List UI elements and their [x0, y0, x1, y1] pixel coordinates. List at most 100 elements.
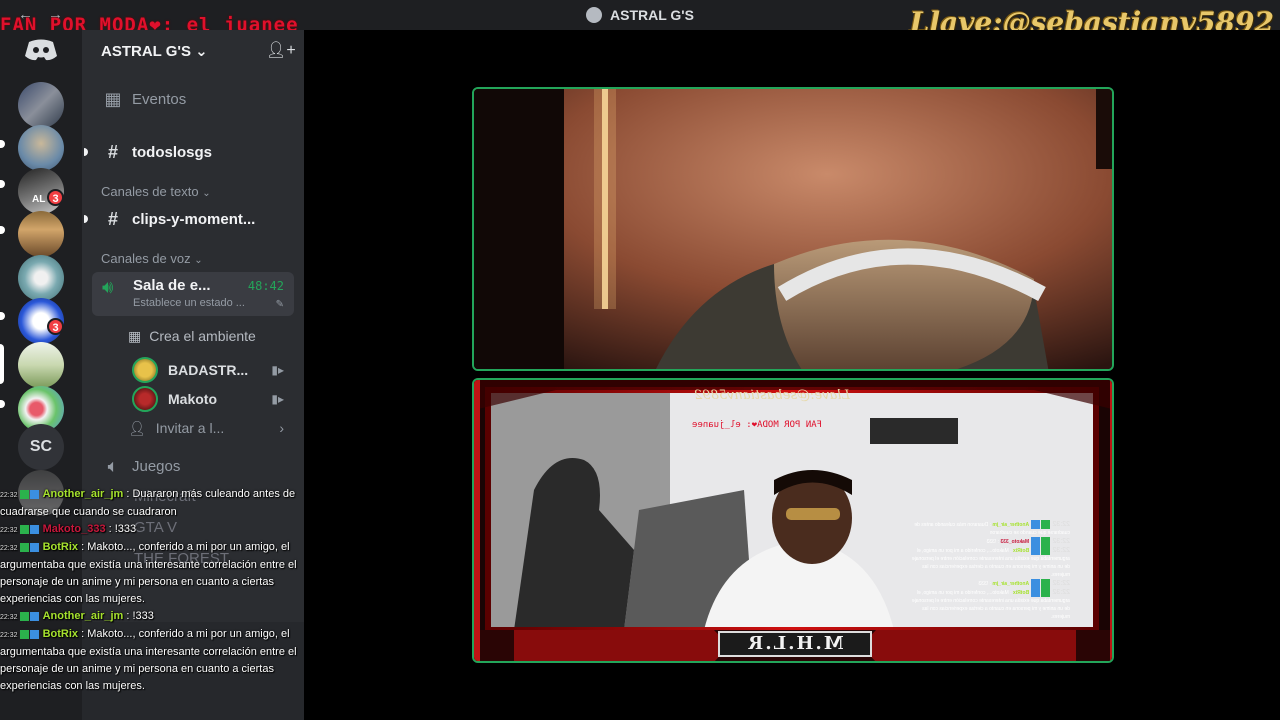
unread-indicator: [0, 226, 5, 234]
verified-badge-icon: [1031, 546, 1041, 555]
kick-badge-icon: [1041, 588, 1051, 597]
server-icon-5[interactable]: [18, 255, 64, 301]
chevron-right-icon: ›: [279, 420, 284, 436]
avatar: [132, 357, 158, 383]
voice-channel-name: Sala de e...: [133, 277, 211, 294]
hashtag-icon: #: [107, 208, 118, 229]
create-ambient-item[interactable]: ▦ Crea el ambiente: [128, 320, 296, 352]
chat-message: 22:32 Makoto_333 : !333: [0, 521, 300, 539]
create-ambient-label: Crea el ambiente: [149, 328, 256, 344]
chat-username[interactable]: Makoto_333: [1000, 539, 1029, 545]
chat-timestamp: 22:32: [0, 545, 18, 552]
chevron-down-icon: ⌄: [202, 188, 211, 199]
calendar-icon: ▦: [104, 88, 122, 109]
chat-text: : !333: [978, 580, 991, 587]
voice-status-text[interactable]: Establece un estado ...: [133, 297, 245, 309]
unread-indicator: [0, 400, 5, 408]
events-label: Eventos: [132, 90, 187, 108]
speaker-icon: 🔊︎: [102, 277, 114, 297]
channel-label: clips-y-moment...: [132, 210, 256, 228]
chat-username[interactable]: Another_air_jm: [992, 522, 1029, 528]
chat-username[interactable]: BotRix: [43, 541, 78, 553]
chat-message: 22:32 Another_air_jm : !333: [910, 579, 1070, 588]
stream-chat-overlay: 22:32 Another_air_jm : Duararon más cule…: [0, 486, 300, 695]
chat-text: : !333: [126, 610, 154, 622]
voice-user[interactable]: Makoto ▮▸: [132, 386, 286, 412]
chat-timestamp: 22:32: [1052, 546, 1070, 554]
camera-icon: ▮▸: [271, 392, 284, 406]
voice-user-name: BADASTR...: [168, 362, 249, 378]
unread-indicator: [0, 140, 5, 148]
voice-user-name: Makoto: [168, 391, 217, 407]
verified-badge-icon: [1031, 537, 1041, 546]
channel-clips[interactable]: # clips-y-moment...: [92, 203, 296, 235]
server-icon-7[interactable]: [18, 342, 64, 388]
kick-badge-icon: [19, 611, 29, 621]
server-icon-1[interactable]: [18, 82, 64, 128]
chat-username[interactable]: BotRix: [1013, 590, 1029, 596]
voice-channel-games[interactable]: 🔈︎ Juegos: [92, 450, 296, 482]
server-icon-sc[interactable]: SC: [18, 424, 64, 470]
chat-text: : !333: [986, 538, 1000, 545]
verified-badge-icon: [1031, 588, 1041, 597]
chat-username[interactable]: Makoto_333: [43, 523, 106, 535]
invite-item[interactable]: 👤︎ Invitar a l... ›: [128, 412, 296, 444]
chat-timestamp: 22:32: [0, 492, 18, 499]
add-member-icon[interactable]: 👤︎+: [266, 40, 296, 60]
stream-frame-logo: M.H.L.R: [718, 631, 872, 657]
window-title: ASTRAL G'S: [586, 7, 694, 23]
camera-icon: ▮▸: [271, 363, 284, 377]
chat-message: 22:32 BotRix : Makoto..., conferido a mi…: [0, 626, 300, 695]
chat-timestamp: 22:32: [0, 527, 18, 534]
voice-channel-active[interactable]: 🔊︎ Sala de e... 48:42 Establece un estad…: [92, 272, 294, 316]
events-item[interactable]: ▦ Eventos: [92, 83, 296, 115]
verified-badge-icon: [29, 611, 39, 621]
server-icon-4[interactable]: [18, 211, 64, 257]
video-tile-camera[interactable]: [472, 87, 1114, 371]
chat-username[interactable]: BotRix: [1013, 548, 1029, 554]
video-tile-stream[interactable]: Llave:@sebastianv5892 FAN POR MODA❤: el_…: [472, 378, 1114, 663]
chat-username[interactable]: Another_air_jm: [43, 488, 124, 500]
verified-badge-icon: [1031, 520, 1041, 529]
chat-timestamp: 22:32: [1052, 537, 1070, 545]
add-user-icon: 👤︎: [128, 419, 146, 436]
category-text-channels[interactable]: Canales de texto ⌄: [101, 184, 211, 199]
chat-username[interactable]: Another_air_jm: [992, 581, 1029, 587]
discord-icon[interactable]: [24, 38, 58, 62]
chat-text: : !333: [108, 523, 137, 535]
stream-frame-key: Llave:@sebastianv5892: [694, 388, 850, 403]
voice-user[interactable]: BADASTR... ▮▸: [132, 357, 286, 383]
stream-frame-banner: FAN POR MODA❤: el_juanee: [692, 420, 823, 430]
chat-message: 22:32 Another_air_jm : Duararon más cule…: [910, 520, 1070, 537]
server-icon: [586, 7, 602, 23]
pencil-icon[interactable]: ✎: [276, 299, 284, 310]
voice-stage: Llave:@sebastianv5892 FAN POR MODA❤: el_…: [304, 30, 1280, 720]
selected-server-indicator: [0, 344, 4, 384]
chat-timestamp: 22:32: [1052, 520, 1070, 528]
voice-timer: 48:42: [247, 279, 284, 293]
kick-badge-icon: [1041, 579, 1051, 588]
channel-label: Juegos: [132, 457, 181, 475]
avatar: [132, 386, 158, 412]
speaker-icon: 🔈︎: [107, 455, 119, 476]
camera-feed: [474, 89, 1112, 369]
hashtag-icon: #: [107, 141, 118, 162]
unread-indicator: [84, 215, 88, 223]
verified-badge-icon: [29, 489, 39, 499]
kick-badge-icon: [1041, 520, 1051, 529]
kick-badge-icon: [19, 542, 29, 552]
verified-badge-icon: [1031, 579, 1041, 588]
kick-badge-icon: [19, 629, 29, 639]
unread-indicator: [0, 180, 5, 188]
chevron-down-icon: ⌄: [194, 255, 203, 266]
mention-badge: 3: [47, 318, 64, 335]
kick-badge-icon: [1041, 537, 1051, 546]
chat-username[interactable]: Another_air_jm: [43, 610, 124, 622]
server-abbr: AL: [32, 194, 46, 205]
verified-badge-icon: [29, 542, 39, 552]
channel-todoslosgs[interactable]: # todoslosgs: [92, 136, 296, 168]
category-voice-channels[interactable]: Canales de voz ⌄: [101, 251, 203, 266]
chat-username[interactable]: BotRix: [43, 628, 78, 640]
server-name-header[interactable]: ASTRAL G'S ⌄: [101, 42, 208, 60]
server-icon-2[interactable]: [18, 125, 64, 171]
